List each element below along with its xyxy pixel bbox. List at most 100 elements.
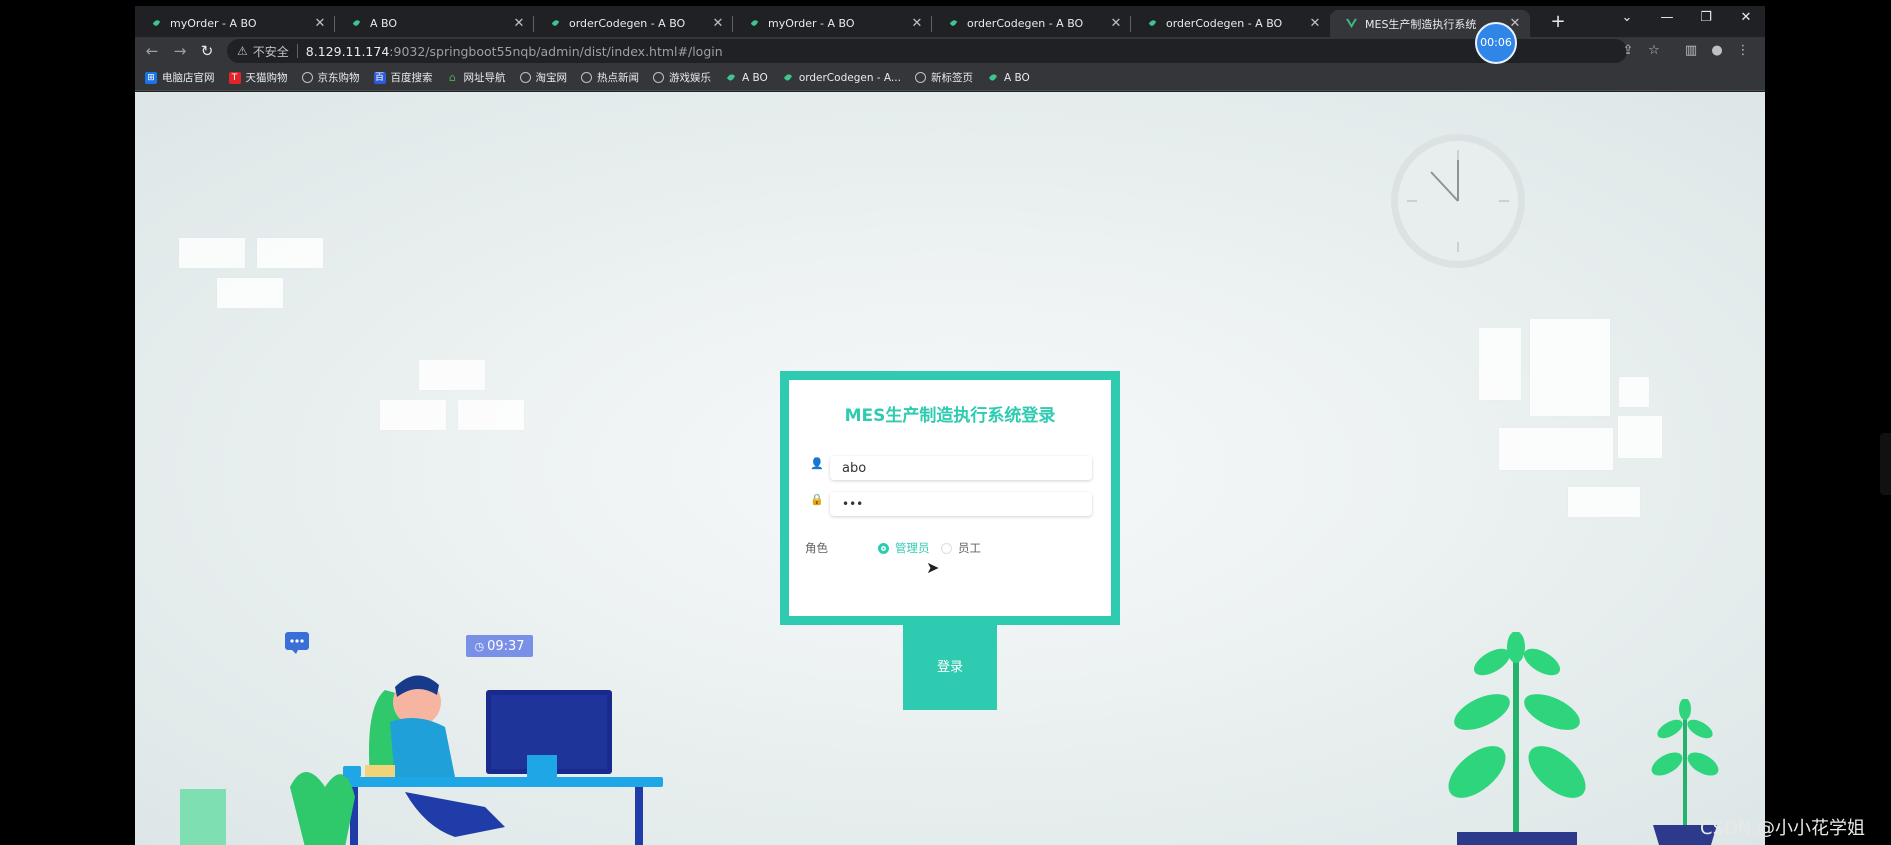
security-label[interactable]: 不安全 [253,43,289,60]
windows-icon: ⊞ [145,71,157,84]
window-close-icon[interactable]: ✕ [1732,10,1760,25]
bookmark-item[interactable]: 淘宝网 [519,70,567,85]
wall-clock-icon [1391,134,1525,268]
app-favicon-icon [949,20,958,26]
address-bar[interactable]: ⚠ 不安全 8.129.11.174 :9032/springboot55nqb… [227,39,1627,63]
bookmark-item[interactable]: 新标签页 [914,70,973,85]
bookmark-label: A BO [1003,71,1030,84]
bookmarks-bar: ⊞ 电脑店官网 T 天猫购物 京东购物 百百度搜索 ⌂ 网址导航 淘宝网 热点新闻 游… [135,65,1765,91]
radio-unchecked-icon[interactable] [941,542,952,554]
tab-5[interactable]: orderCodegen - A BO ✕ [932,10,1131,37]
potted-plant-illustration [1448,632,1586,845]
url-host: 8.129.11.174 [305,43,390,59]
password-value: ••• [842,497,864,511]
recording-timer[interactable]: 00:06 [1475,22,1517,64]
bookmark-item[interactable]: 热点新闻 [581,70,639,85]
bookmark-item[interactable]: A BO [725,72,768,84]
close-icon[interactable]: ✕ [1109,16,1123,31]
app-favicon-icon [750,20,759,26]
minimize-icon[interactable]: — [1653,10,1681,25]
decor-block [179,238,245,268]
app-favicon-icon [727,73,735,81]
globe-icon [653,72,664,83]
star-icon[interactable]: ☆ [1644,41,1664,61]
divider [296,44,298,58]
time-text: 09:37 [487,638,525,654]
tab-4[interactable]: myOrder - A BO ✕ [733,10,932,37]
close-icon[interactable]: ✕ [1308,16,1322,31]
role-option-label[interactable]: 员工 [958,540,981,556]
bookmark-item[interactable]: T 天猫购物 [228,70,288,85]
password-input[interactable]: ••• [830,492,1092,516]
decor-block [1568,487,1640,517]
tab-title: myOrder - A BO [768,17,855,30]
restore-icon[interactable]: ❐ [1692,10,1720,25]
tab-6[interactable]: orderCodegen - A BO ✕ [1131,10,1330,37]
decor-paper [1479,328,1521,400]
tab-2[interactable]: A BO ✕ [335,10,534,37]
tab-title: orderCodegen - A BO [967,17,1084,30]
lock-icon: 🔒 [810,493,824,506]
decor-block [1499,428,1613,470]
decor-block [458,400,524,430]
decor-block [380,400,446,430]
profile-icon[interactable]: ● [1707,41,1727,61]
clock-icon: ◷ [474,639,485,653]
clock-face-icon [1407,150,1509,252]
tmall-icon: T [228,71,241,84]
browser-window: myOrder - A BO ✕ A BO ✕ orderCodegen - A… [135,6,1765,845]
decor-block [257,238,323,268]
side-edge-handle[interactable] [1880,433,1891,495]
warning-icon[interactable]: ⚠ [237,44,248,58]
bookmark-item[interactable]: 游戏娱乐 [653,70,711,85]
forward-arrow-icon[interactable]: → [169,40,191,62]
close-icon[interactable]: ✕ [313,16,327,31]
side-panel-icon[interactable]: ▥ [1681,41,1701,61]
bookmark-item[interactable]: orderCodegen - A... [782,72,901,84]
share-icon[interactable]: ⇪ [1618,41,1638,61]
login-button[interactable]: 登录 [903,625,997,710]
bookmark-label: 天猫购物 [245,72,288,84]
app-favicon-icon [783,73,792,81]
login-form: MES生产制造执行系统登录 👤 abo 🔒 ••• 角色 管理员 员工 [780,371,1120,625]
bookmark-label: 网址导航 [463,72,506,84]
bookmark-label: 电脑店官网 [162,72,215,84]
radio-checked-icon[interactable] [878,542,889,554]
reload-icon[interactable]: ↻ [196,40,218,62]
more-menu-icon[interactable]: ⋮ [1733,41,1753,61]
tab-strip: myOrder - A BO ✕ A BO ✕ orderCodegen - A… [135,6,1765,37]
decor-block [419,360,485,390]
new-tab-button[interactable]: + [1547,12,1569,34]
decor-block [1618,416,1662,458]
bookmark-label: 新标签页 [930,72,973,84]
role-option-label[interactable]: 管理员 [895,540,930,556]
person-at-desk-illustration [180,632,663,845]
time-badge: ◷ 09:37 [466,635,533,657]
tab-3[interactable]: orderCodegen - A BO ✕ [534,10,733,37]
chevron-down-icon[interactable]: ⌄ [1613,10,1641,25]
close-icon[interactable]: ✕ [711,16,725,31]
globe-icon [914,72,926,83]
decor-paper [1530,319,1610,416]
bookmark-item[interactable]: 京东购物 [301,70,360,85]
back-arrow-icon[interactable]: ← [141,40,163,62]
watermark: CSDN @小小花学姐 [1700,818,1866,839]
bookmark-item[interactable]: ⊞ 电脑店官网 [145,70,215,85]
decor-block [1619,377,1649,407]
app-favicon-icon [152,20,161,26]
role-radio-staff[interactable]: 员工 [941,540,981,556]
user-icon: 👤 [810,457,824,470]
tab-title: orderCodegen - A BO [1166,17,1283,30]
tab-1[interactable]: myOrder - A BO ✕ [135,10,335,37]
bookmark-item[interactable]: A BO [987,72,1030,84]
globe-icon [519,72,531,83]
close-icon[interactable]: ✕ [512,16,526,31]
bookmark-item[interactable]: ⌂ 网址导航 [447,70,506,85]
close-icon[interactable]: ✕ [910,16,924,31]
url-path: :9032/springboot55nqb/admin/dist/index.h… [389,43,723,59]
bookmark-item[interactable]: 百百度搜索 [373,70,433,85]
username-input[interactable]: abo [830,456,1092,480]
role-radio-admin[interactable]: 管理员 [878,540,930,556]
app-favicon-icon [352,20,361,26]
bookmark-label: 热点新闻 [597,72,639,84]
